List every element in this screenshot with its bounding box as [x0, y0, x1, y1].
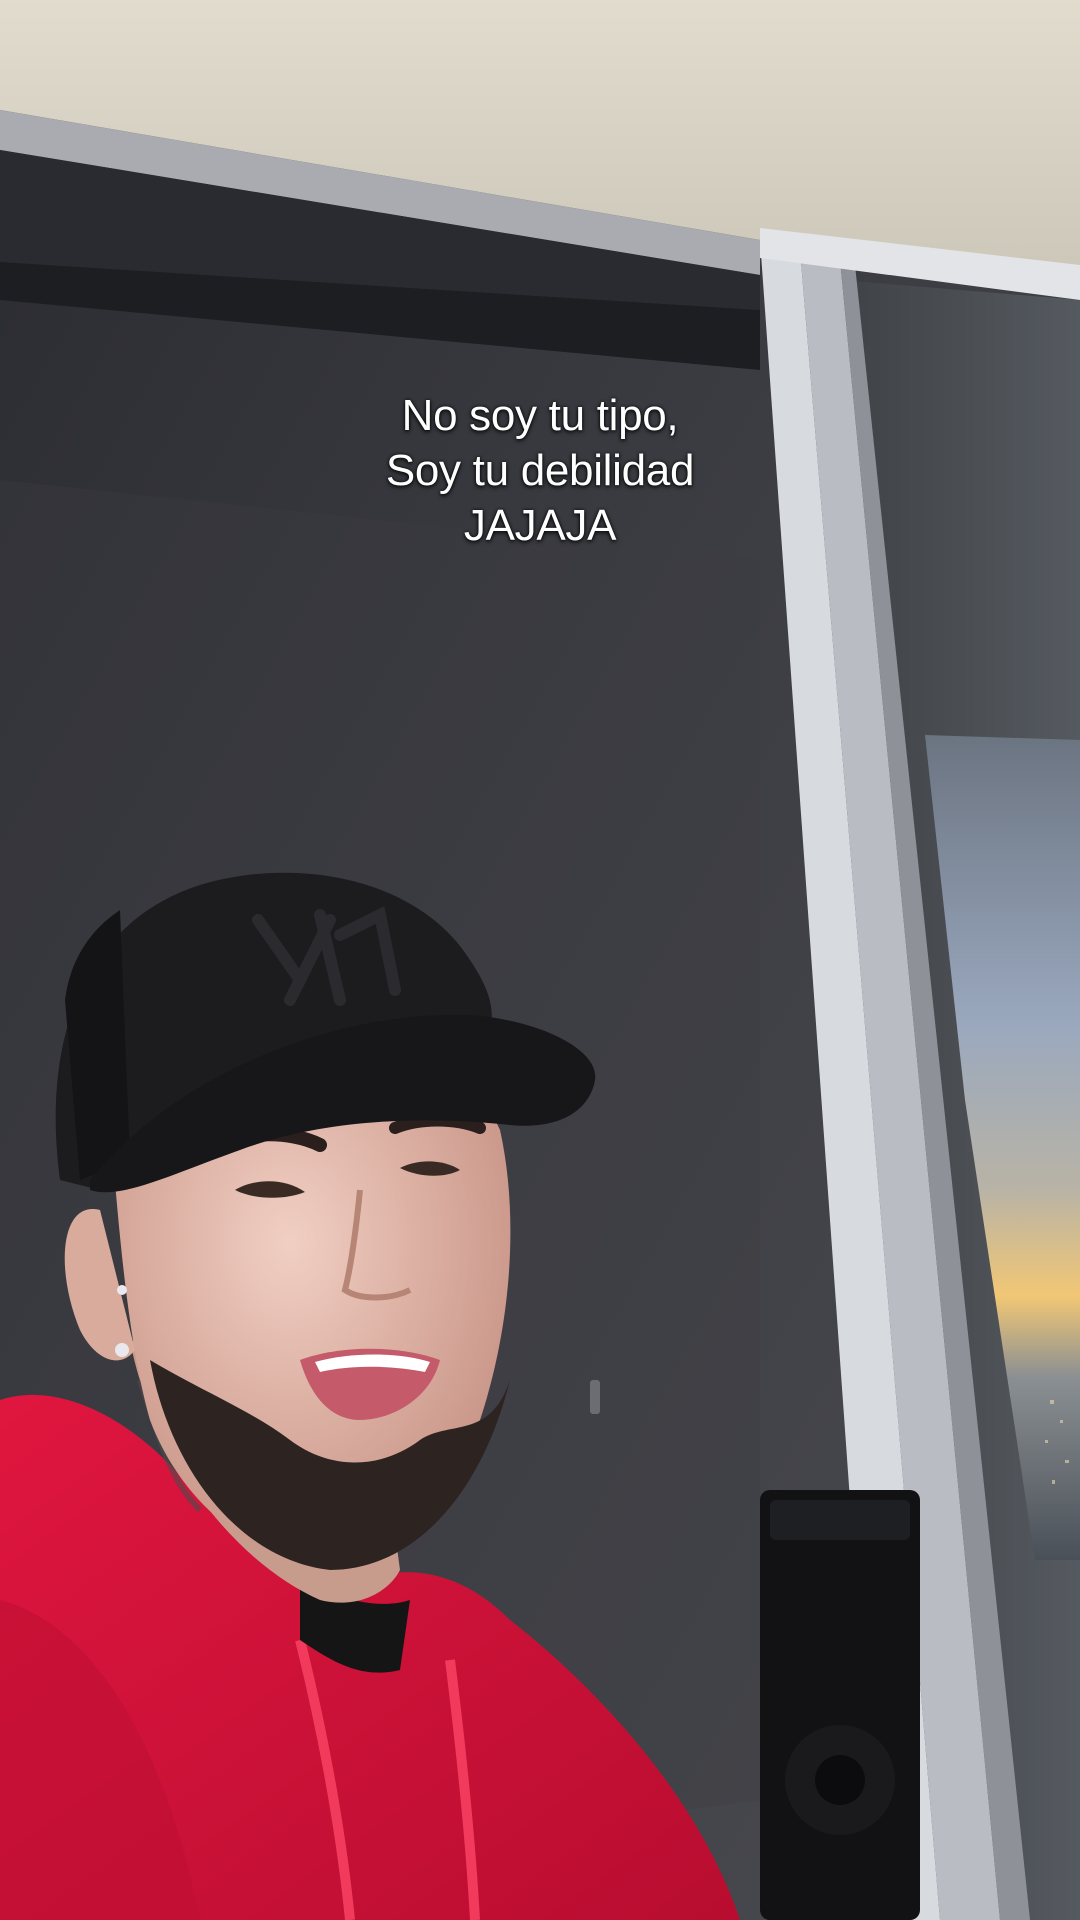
video-caption: No soy tu tipo, Soy tu debilidad JAJAJA [240, 388, 840, 553]
caption-line-2: Soy tu debilidad [385, 446, 695, 495]
photo-scene [0, 0, 1080, 1920]
caption-line-3: JAJAJA [463, 501, 617, 550]
caption-line-1: No soy tu tipo, [401, 391, 679, 440]
video-frame: No soy tu tipo, Soy tu debilidad JAJAJA [0, 0, 1080, 1920]
